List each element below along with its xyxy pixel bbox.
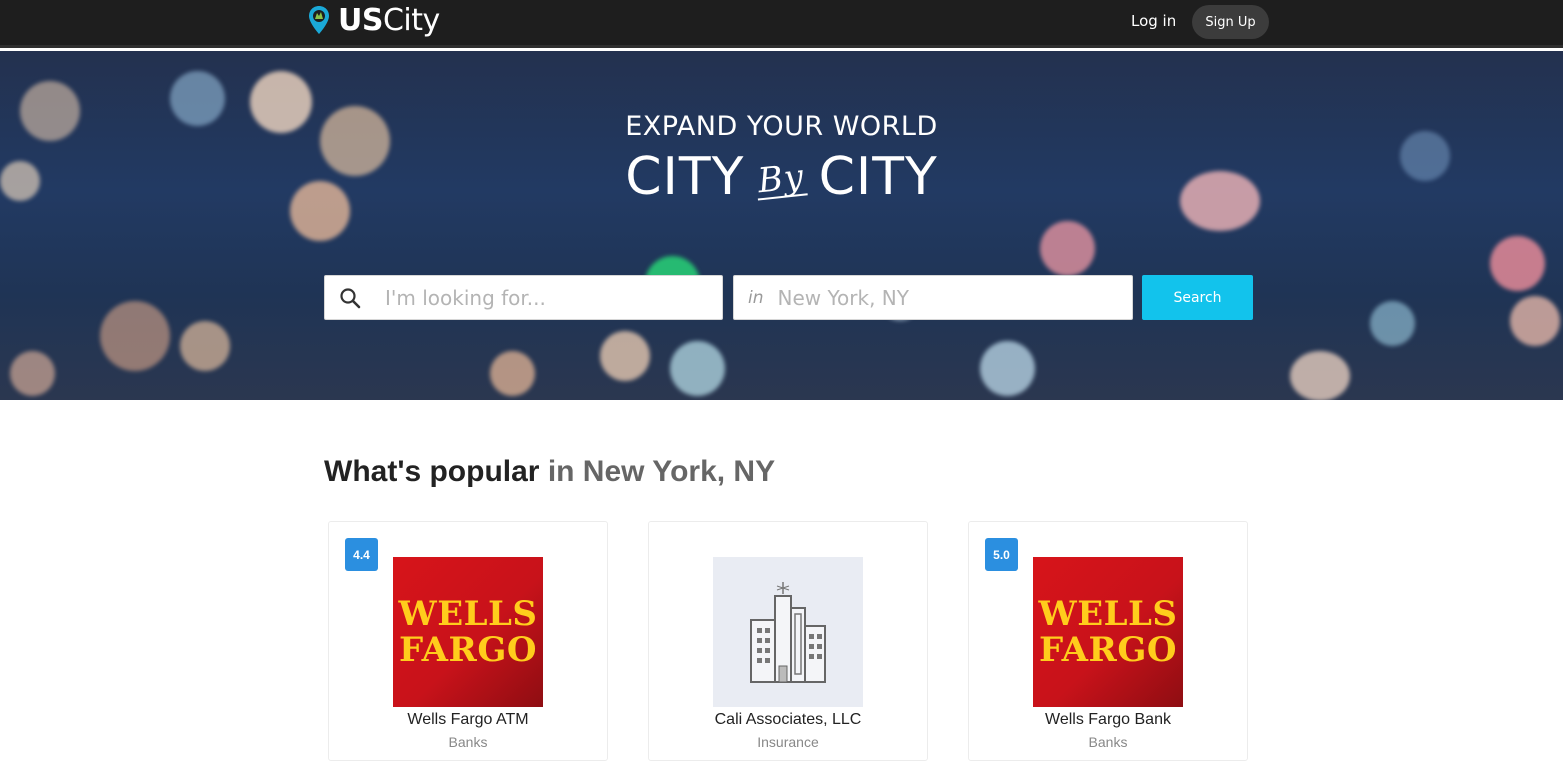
login-link[interactable]: Log in	[1131, 12, 1176, 30]
bokeh-light	[1510, 296, 1560, 346]
bokeh-light	[490, 351, 535, 396]
bokeh-light	[1040, 221, 1095, 276]
bokeh-light	[100, 301, 170, 371]
signup-button[interactable]: Sign Up	[1192, 5, 1269, 39]
logo-text-city: City	[382, 2, 440, 38]
location-input[interactable]	[777, 285, 1078, 310]
bokeh-light	[10, 351, 55, 396]
building-icon	[750, 582, 826, 683]
business-name[interactable]: Wells Fargo ATM	[329, 711, 607, 729]
bokeh-light	[600, 331, 650, 381]
hero-tagline: EXPAND YOUR WORLD	[625, 111, 938, 142]
wells-fargo-logo[interactable]: WELLS FARGO	[393, 557, 543, 707]
business-category: Banks	[1088, 734, 1128, 750]
popular-heading-location: in New York, NY	[547, 455, 776, 488]
popular-heading: What's popular in New York, NY	[324, 455, 775, 489]
bokeh-light	[1490, 236, 1545, 291]
business-card[interactable]: 4.4 WELLS FARGO Wells Fargo ATM Banks	[328, 521, 608, 761]
business-card[interactable]: 5.0 WELLS FARGO Wells Fargo Bank Banks	[968, 521, 1248, 761]
logo-word-2: FARGO	[399, 630, 537, 670]
hero-headline-by: By	[754, 156, 809, 202]
uscity-logo[interactable]: USCity	[308, 2, 440, 38]
logo-word-2: FARGO	[1039, 630, 1177, 670]
business-category: Insurance	[757, 734, 819, 750]
business-card[interactable]: Cali Associates, LLC Insurance	[648, 521, 928, 761]
hero-headline-left: CITY	[625, 147, 745, 207]
search-what-box[interactable]	[324, 275, 723, 320]
location-prefix: in	[748, 287, 764, 308]
hero-headline: CITY By CITY	[0, 147, 1563, 207]
top-navbar: USCity Log in Sign Up	[0, 0, 1563, 48]
business-name[interactable]: Wells Fargo Bank	[969, 711, 1247, 729]
business-category: Banks	[448, 734, 488, 750]
search-icon	[340, 287, 361, 308]
popular-heading-text: What's popular	[324, 455, 540, 488]
bokeh-light	[180, 321, 230, 371]
bokeh-light	[670, 341, 725, 396]
business-name[interactable]: Cali Associates, LLC	[649, 711, 927, 729]
search-button[interactable]: Search	[1142, 275, 1253, 320]
bokeh-light	[1290, 351, 1350, 400]
map-pin-icon	[309, 6, 329, 34]
bokeh-light	[980, 341, 1035, 396]
rating-badge: 5.0	[985, 538, 1018, 571]
building-placeholder-image[interactable]	[713, 557, 863, 707]
logo-text: USCity	[338, 3, 440, 38]
bokeh-light	[1370, 301, 1415, 346]
search-input[interactable]	[385, 285, 685, 310]
logo-word-1: WELLS	[1038, 594, 1178, 634]
hero-banner: EXPAND YOUR WORLD CITYByCITY in Search	[0, 51, 1563, 400]
logo-text-us: US	[338, 2, 383, 38]
rating-badge: 4.4	[345, 538, 378, 571]
location-box[interactable]: in	[733, 275, 1133, 320]
logo-word-1: WELLS	[398, 594, 538, 634]
wells-fargo-logo[interactable]: WELLS FARGO	[1033, 557, 1183, 707]
hero-headline-right: CITY	[818, 147, 938, 207]
